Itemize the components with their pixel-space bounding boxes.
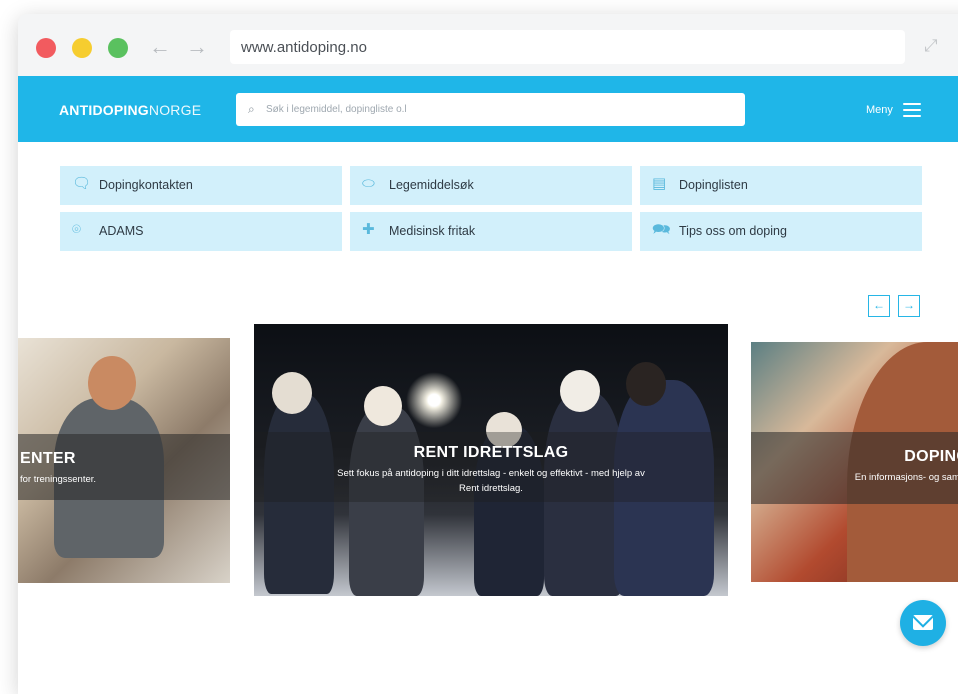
slide-caption: DOPINGK En informasjons- og sam og b [751, 432, 958, 504]
quick-link-label: Medisinsk fritak [389, 224, 476, 238]
expand-icon[interactable]: ⤢ [924, 36, 938, 56]
search-placeholder: Søk i legemiddel, dopingliste o.l [266, 104, 407, 115]
slide-title: ENTER [20, 450, 76, 467]
quick-link-label: Tips oss om doping [679, 224, 787, 238]
chat-bubbles-icon: 🗪 [652, 221, 671, 238]
logo-thin-text: NORGE [148, 102, 202, 118]
pill-icon: ⬭ [362, 175, 375, 192]
medical-cross-icon: ✚ [362, 221, 375, 238]
quick-link-label: Dopinglisten [679, 178, 748, 192]
document-icon: ▤ [652, 175, 667, 192]
site-header: ANTIDOPINGNORGE ⌕ Søk i legemiddel, dopi… [18, 76, 958, 142]
quick-link-tips-oss[interactable]: 🗪 Tips oss om doping [640, 212, 922, 251]
envelope-icon [913, 615, 933, 630]
address-bar[interactable]: www.antidoping.no [230, 30, 905, 64]
carousel-next-button[interactable]: → [898, 295, 920, 317]
quick-link-dopingkontakten[interactable]: 🗨 Dopingkontakten [60, 166, 342, 205]
skier-head [626, 362, 666, 406]
minimize-window-button[interactable] [72, 38, 92, 58]
browser-window: ← → www.antidoping.no ⤢ ANTIDOPINGNORGE … [18, 14, 958, 694]
forward-arrow-icon[interactable]: → [186, 34, 208, 60]
logo-bold-text: ANTIDOPING [59, 102, 149, 118]
carousel-slide-rent-idrettslag[interactable]: RENT IDRETTSLAG Sett fokus på antidoping… [254, 324, 728, 596]
back-arrow-icon[interactable]: ← [149, 34, 171, 60]
slide-subtitle: for treningssenter. [20, 474, 97, 485]
browser-chrome: ← → www.antidoping.no ⤢ [18, 14, 958, 76]
slide-subtitle: Sett fokus på antidoping i ditt idrettsl… [337, 468, 645, 494]
carousel-slide-treningssenter[interactable]: ENTER for treningssenter. [18, 338, 230, 583]
quick-link-label: ADAMS [99, 224, 144, 238]
carousel-slide-dopingkontakten[interactable]: DOPINGK En informasjons- og sam og b [751, 342, 958, 582]
slide-caption: ENTER for treningssenter. [18, 434, 230, 500]
close-window-button[interactable] [36, 38, 56, 58]
quick-link-dopinglisten[interactable]: ▤ Dopinglisten [640, 166, 922, 205]
search-input[interactable]: ⌕ Søk i legemiddel, dopingliste o.l [236, 93, 745, 126]
menu-label[interactable]: Meny [866, 104, 893, 116]
slide-caption: RENT IDRETTSLAG Sett fokus på antidoping… [254, 432, 728, 502]
quick-link-legemiddelsok[interactable]: ⬭ Legemiddelsøk [350, 166, 632, 205]
athlete-head [88, 356, 136, 410]
contact-email-button[interactable] [900, 600, 946, 646]
slide-title: RENT IDRETTSLAG [413, 444, 569, 461]
carousel-prev-button[interactable]: ← [868, 295, 890, 317]
skier-head [272, 372, 312, 414]
skier-head [364, 386, 402, 426]
location-pin-icon: ⌾ [72, 221, 82, 238]
chat-bubble-icon: 🗨 [72, 175, 92, 192]
maximize-window-button[interactable] [108, 38, 128, 58]
hamburger-menu-icon[interactable] [903, 103, 921, 121]
site-logo[interactable]: ANTIDOPINGNORGE [59, 102, 201, 118]
slide-title: DOPINGK [904, 448, 958, 465]
quick-link-label: Dopingkontakten [99, 178, 193, 192]
quick-link-adams[interactable]: ⌾ ADAMS [60, 212, 342, 251]
slide-subtitle: En informasjons- og sam og b [854, 472, 958, 483]
search-icon: ⌕ [248, 102, 255, 116]
web-page: ANTIDOPINGNORGE ⌕ Søk i legemiddel, dopi… [18, 76, 958, 694]
skier-head [560, 370, 600, 412]
quick-link-label: Legemiddelsøk [389, 178, 474, 192]
quick-link-medisinsk-fritak[interactable]: ✚ Medisinsk fritak [350, 212, 632, 251]
